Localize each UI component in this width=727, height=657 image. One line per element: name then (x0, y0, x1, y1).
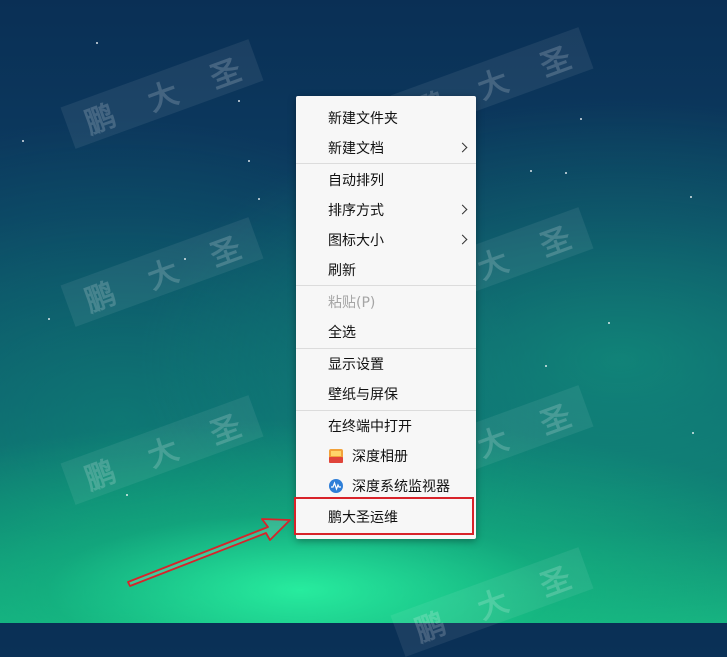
annotation-arrow-icon (127, 518, 291, 587)
